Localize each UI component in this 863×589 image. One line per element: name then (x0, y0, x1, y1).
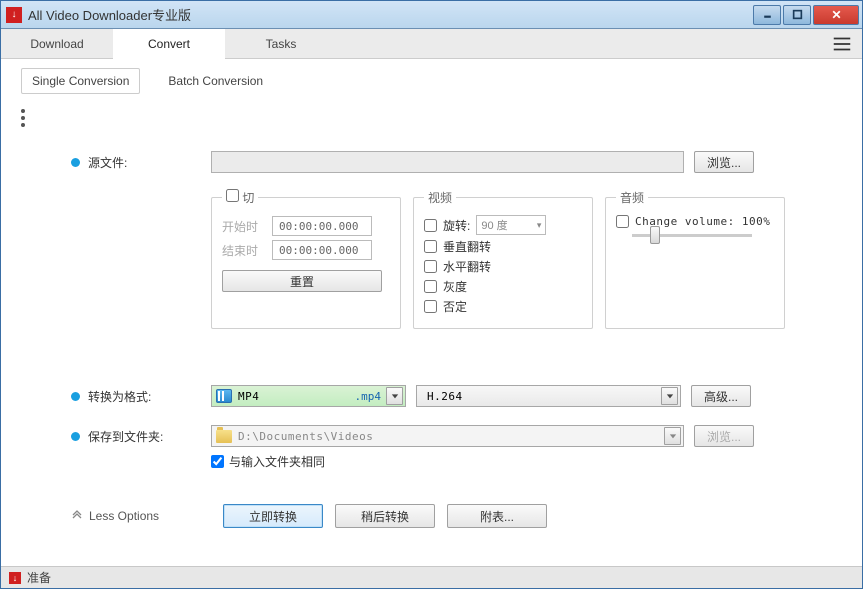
codec-select[interactable]: H.264 (416, 385, 681, 407)
audio-group: 音频 Change volume: 100% (605, 189, 785, 329)
bullet-icon (71, 158, 80, 167)
folder-icon (216, 430, 232, 443)
volume-slider[interactable] (616, 234, 774, 237)
main-tabs: Download Convert Tasks (1, 29, 862, 59)
chevron-down-icon (386, 387, 403, 405)
start-time-input[interactable] (272, 216, 372, 236)
more-icon[interactable] (21, 109, 39, 127)
bullet-icon (71, 432, 80, 441)
convert-now-button[interactable]: 立即转换 (223, 504, 323, 528)
browse-source-button[interactable]: 浏览... (694, 151, 754, 173)
close-button[interactable] (813, 5, 859, 25)
start-time-label: 开始时 (222, 218, 262, 235)
grayscale-checkbox[interactable] (424, 280, 437, 293)
end-time-label: 结束时 (222, 242, 262, 259)
cut-group: 切 开始时 结束时 重置 (211, 189, 401, 329)
app-icon: ↓ (6, 7, 22, 23)
rotate-label: 旋转: (443, 217, 470, 234)
append-button[interactable]: 附表... (447, 504, 547, 528)
window-controls (751, 5, 859, 25)
titlebar: ↓ All Video Downloader专业版 (1, 1, 862, 29)
flip-horizontal-checkbox[interactable] (424, 260, 437, 273)
window-title: All Video Downloader专业版 (28, 5, 751, 24)
change-volume-checkbox[interactable] (616, 215, 629, 228)
rotate-checkbox[interactable] (424, 219, 437, 232)
reset-cut-button[interactable]: 重置 (222, 270, 382, 292)
hamburger-icon (831, 33, 853, 55)
tab-download[interactable]: Download (1, 29, 113, 58)
subtab-single-conversion[interactable]: Single Conversion (21, 68, 140, 94)
source-file-input[interactable] (211, 151, 684, 173)
status-icon: ↓ (9, 572, 21, 584)
content-area: 源文件: 浏览... 切 开始时 (1, 95, 862, 566)
statusbar: ↓ 准备 (1, 566, 862, 588)
slider-thumb-icon (650, 226, 660, 244)
tab-convert[interactable]: Convert (113, 29, 225, 59)
form-area: 源文件: 浏览... 切 开始时 (21, 151, 842, 528)
advanced-button[interactable]: 高级... (691, 385, 751, 407)
chevron-down-icon (664, 427, 681, 445)
subtab-batch-conversion[interactable]: Batch Conversion (158, 69, 273, 93)
save-folder-label: 保存到文件夹: (71, 425, 211, 445)
video-group: 视频 旋转: 90 度▾ 垂直翻转 水平翻转 灰度 否定 (413, 189, 593, 329)
browse-save-button: 浏览... (694, 425, 754, 447)
end-time-input[interactable] (272, 240, 372, 260)
status-text: 准备 (27, 569, 51, 586)
source-file-label: 源文件: (71, 151, 211, 171)
film-icon (216, 389, 232, 403)
menu-button[interactable] (822, 29, 862, 58)
save-path-select[interactable]: D:\Documents\Videos (211, 425, 684, 447)
bullet-icon (71, 392, 80, 401)
rotate-select[interactable]: 90 度▾ (476, 215, 546, 235)
format-select[interactable]: MP4 .mp4 (211, 385, 406, 407)
chevron-down-icon (661, 387, 678, 405)
chevron-up-icon (71, 510, 83, 522)
negate-checkbox[interactable] (424, 300, 437, 313)
flip-vertical-checkbox[interactable] (424, 240, 437, 253)
minimize-button[interactable] (753, 5, 781, 25)
app-window: ↓ All Video Downloader专业版 Download Conve… (0, 0, 863, 589)
maximize-button[interactable] (783, 5, 811, 25)
convert-format-label: 转换为格式: (71, 385, 211, 405)
convert-later-button[interactable]: 稍后转换 (335, 504, 435, 528)
tab-tasks[interactable]: Tasks (225, 29, 337, 58)
cut-enable-checkbox[interactable] (226, 189, 239, 202)
same-as-input-checkbox[interactable] (211, 455, 224, 468)
sub-tabs: Single Conversion Batch Conversion (1, 59, 862, 95)
less-options-toggle[interactable]: Less Options (71, 509, 211, 523)
